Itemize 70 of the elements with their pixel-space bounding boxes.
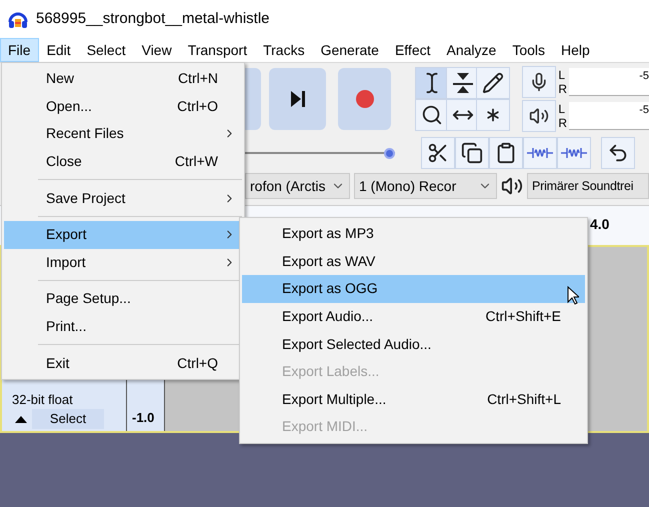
menu-item[interactable]: Help [553, 38, 598, 62]
menu-item[interactable]: Exit Ctrl+Q [4, 349, 242, 377]
search-icon [421, 104, 444, 126]
menu-item[interactable]: Edit [38, 38, 79, 62]
menu-item: Export MIDI... [281, 417, 369, 436]
menu-item[interactable]: Page Setup... [4, 285, 242, 313]
menu-item[interactable]: Close Ctrl+W [4, 148, 242, 176]
menu-item[interactable]: Generate [312, 38, 387, 62]
pencil-icon [482, 72, 504, 94]
edit-tool-button[interactable] [489, 137, 523, 169]
menu-item[interactable]: File [0, 38, 39, 62]
channel-label: R [558, 82, 567, 96]
select-button[interactable]: Select [32, 409, 104, 429]
menu-item[interactable]: Select [78, 38, 134, 62]
scale-label: -1.0 [132, 408, 154, 426]
menu-item[interactable]: Save Project [4, 184, 242, 212]
device-dropdown[interactable]: rofon (Arctis [245, 173, 350, 199]
device-dropdown[interactable]: 1 (Mono) Recor [354, 173, 497, 199]
menu-item[interactable]: Export [4, 220, 242, 249]
skip-end-icon [290, 91, 305, 107]
menu-item[interactable]: Tools [504, 38, 553, 62]
undo-button[interactable] [601, 137, 635, 169]
menu-item[interactable]: Export Multiple... Ctrl+Shift+L [242, 386, 585, 414]
menu-item[interactable]: Open... Ctrl+O [4, 92, 242, 120]
menu-item[interactable]: Export as OGG [242, 275, 585, 303]
menu-item: Export Labels... [281, 362, 380, 382]
meter-reading: -5 [639, 104, 649, 118]
clipboard-icon [495, 142, 517, 164]
waveform-tool-button[interactable] [523, 137, 557, 169]
menu-item[interactable]: View [134, 38, 180, 62]
window-title: 568995__strongbot__metal-whistle [36, 8, 270, 29]
envelope-icon [450, 72, 475, 94]
mouse-pointer-icon [567, 286, 579, 305]
channel-label: L [558, 102, 566, 116]
menu-item[interactable]: Recent Files [4, 120, 242, 148]
triangle-up-icon [15, 416, 27, 422]
edit-tool-button[interactable] [455, 137, 489, 169]
menu-item[interactable]: Print... [4, 312, 242, 340]
menu-item[interactable]: Export Selected Audio... [242, 330, 585, 358]
menu-item[interactable]: Effect [386, 38, 438, 62]
meter-reading: -5 [639, 70, 649, 84]
tool-button[interactable] [476, 67, 510, 99]
speaker-icon [529, 106, 550, 126]
undo-icon [607, 142, 629, 164]
menu-item[interactable]: Analyze [438, 38, 504, 62]
tool-button[interactable] [476, 99, 510, 131]
waveform-icon [527, 146, 553, 160]
skip-end-button[interactable] [269, 68, 326, 130]
menu-item[interactable]: Export as MP3 [242, 220, 585, 248]
menu-item[interactable]: Tracks [255, 38, 313, 62]
menu-item[interactable]: Import [4, 248, 242, 276]
copy-icon [461, 142, 483, 164]
channel-label: L [558, 68, 566, 82]
track-format: 32-bit float [11, 390, 74, 408]
device-dropdown[interactable]: Primärer Soundtrei [527, 173, 649, 199]
menu-item[interactable]: New Ctrl+N [4, 65, 242, 93]
edit-tool-button[interactable] [421, 137, 455, 169]
menu-item[interactable]: Export as WAV [242, 248, 585, 276]
ruler-label: 4.0 [590, 215, 610, 234]
speaker-icon [501, 175, 523, 197]
volume-slider[interactable] [245, 147, 395, 159]
slider-thumb[interactable] [384, 148, 395, 158]
record-button[interactable] [338, 68, 392, 130]
channel-label: R [558, 116, 567, 130]
menu-item[interactable]: Transport [180, 38, 256, 62]
scissors-icon [427, 142, 449, 164]
record-icon [356, 90, 374, 108]
waveform-icon [561, 146, 587, 160]
waveform-tool-button[interactable] [557, 137, 591, 169]
menu-item[interactable]: Export Audio... Ctrl+Shift+E [242, 302, 585, 330]
